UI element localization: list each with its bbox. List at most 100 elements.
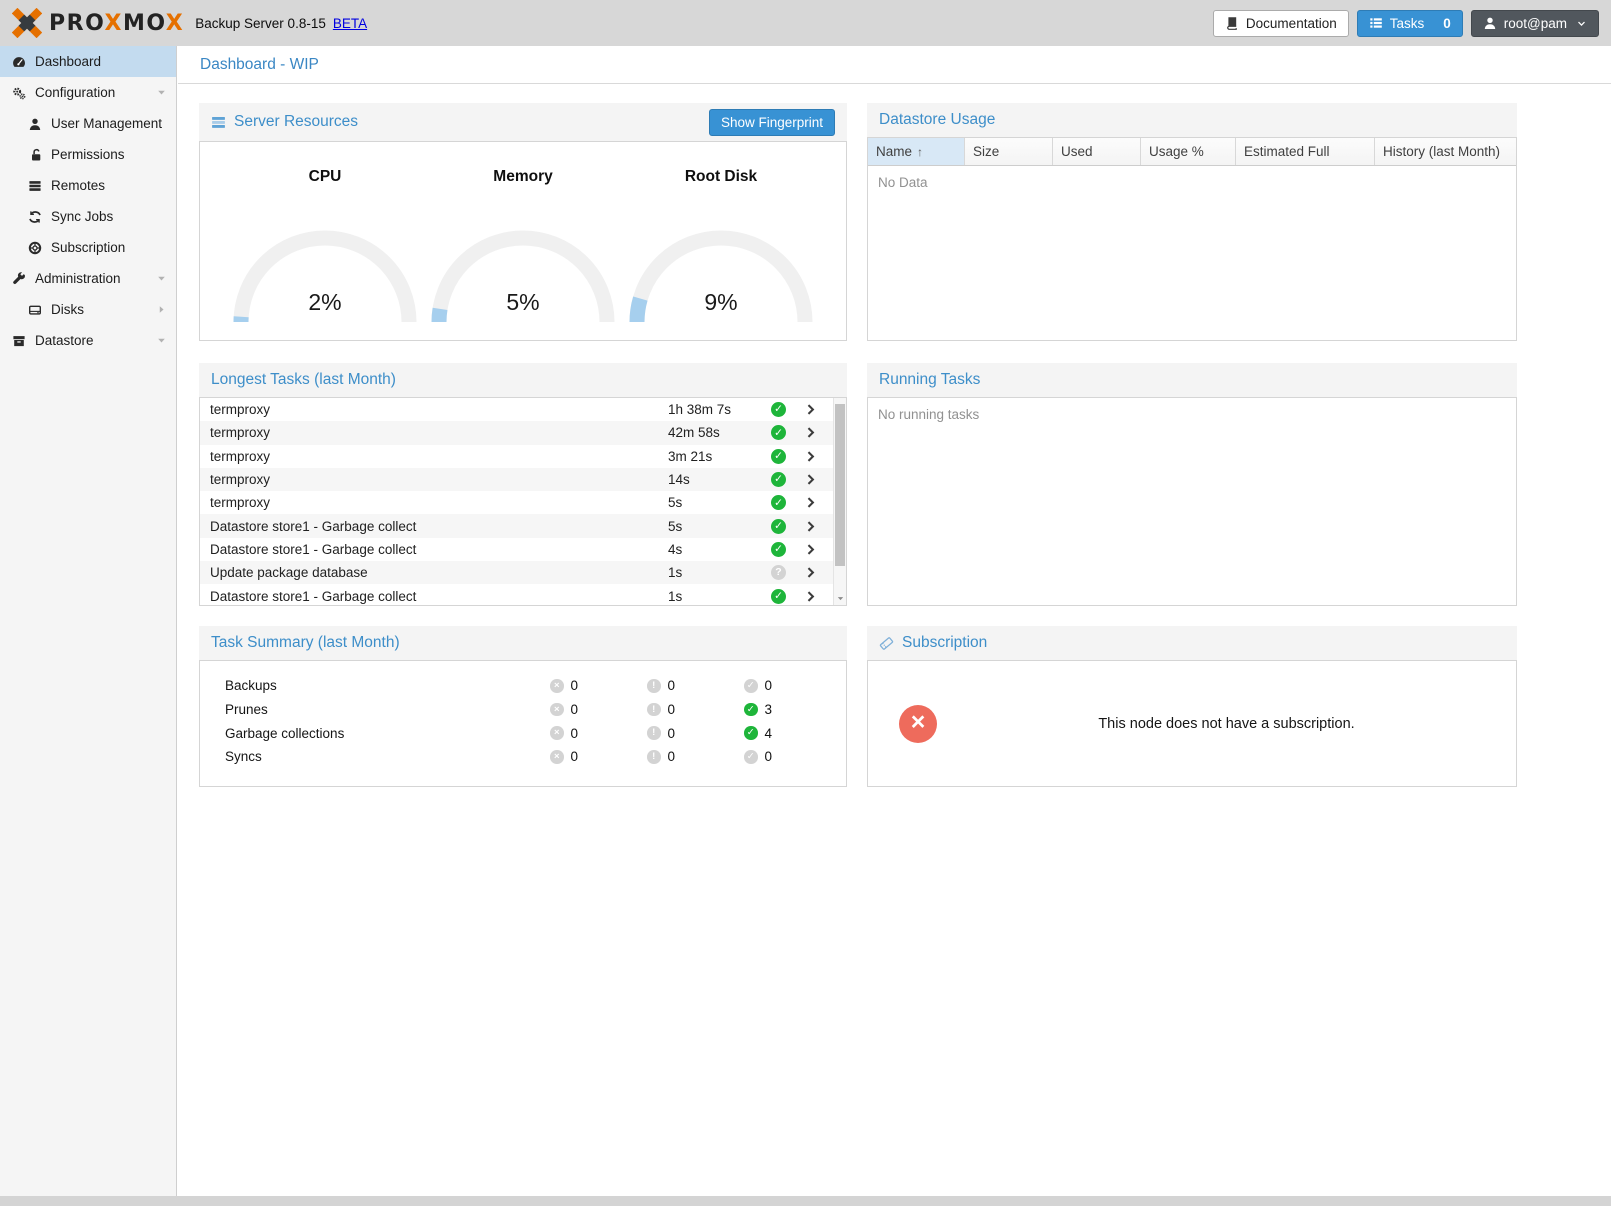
error-count: 0 [571, 702, 579, 717]
topbar: PROXMOX Backup Server 0.8-15 BETA Docume… [0, 0, 1611, 46]
sync-icon [28, 210, 42, 224]
column-header-usage-[interactable]: Usage % [1141, 138, 1236, 165]
column-header-estimated-full[interactable]: Estimated Full [1236, 138, 1375, 165]
column-header-history-last-month-[interactable]: History (last Month) [1375, 138, 1516, 165]
topbar-actions: Documentation Tasks 0 root@pam [1213, 10, 1599, 37]
scrollbar-down-arrow[interactable] [834, 593, 846, 603]
book-icon [1225, 16, 1239, 30]
error-count-icon: × [550, 703, 564, 717]
task-summary-header: Task Summary (last Month) [199, 626, 847, 660]
ok-status-icon: ✓ [771, 519, 786, 534]
warning-count: 0 [668, 726, 676, 741]
task-row[interactable]: termproxy1h 38m 7s✓ [200, 398, 833, 421]
task-name: termproxy [210, 495, 668, 510]
task-name: Datastore store1 - Garbage collect [210, 542, 668, 557]
gauge-cpu: CPU2% [230, 142, 420, 340]
tasks-count-badge: 0 [1443, 16, 1451, 31]
chevron-right-icon[interactable] [804, 590, 817, 603]
task-name: termproxy [210, 402, 668, 417]
running-tasks-panel: Running Tasks No running tasks [867, 363, 1517, 606]
task-row[interactable]: termproxy42m 58s✓ [200, 421, 833, 444]
ok-status-icon: ✓ [771, 472, 786, 487]
server-resources-body: CPU2%Memory5%Root Disk9% [199, 141, 847, 341]
running-tasks-body: No running tasks [867, 397, 1517, 606]
task-row[interactable]: Datastore store1 - Garbage collect1s✓ [200, 584, 833, 606]
longest-tasks-title: Longest Tasks (last Month) [211, 371, 396, 389]
task-duration: 4s [668, 542, 771, 557]
summary-row: Syncs×0!0✓0 [200, 745, 846, 769]
task-name: termproxy [210, 425, 668, 440]
lifering-icon [28, 241, 42, 255]
datastore-usage-panel: Datastore Usage Name↑SizeUsedUsage %Esti… [867, 103, 1517, 341]
sidebar-item-configuration[interactable]: Configuration [0, 77, 176, 108]
ok-count-icon: ✓ [744, 679, 758, 693]
chevron-right-icon[interactable] [804, 543, 817, 556]
sidebar-item-sync-jobs[interactable]: Sync Jobs [0, 201, 176, 232]
warning-count-icon: ! [647, 679, 661, 693]
caret-down-icon [156, 335, 167, 346]
sidebar-item-subscription[interactable]: Subscription [0, 232, 176, 263]
gauge-icon [12, 55, 26, 69]
documentation-button[interactable]: Documentation [1213, 10, 1349, 37]
chevron-right-icon[interactable] [804, 403, 817, 416]
task-row[interactable]: termproxy14s✓ [200, 468, 833, 491]
ok-status-icon: ✓ [771, 542, 786, 557]
column-header-name[interactable]: Name↑ [868, 138, 965, 165]
gauge-root-disk: Root Disk9% [626, 142, 816, 340]
warning-count-icon: ! [647, 703, 661, 717]
task-name: termproxy [210, 449, 668, 464]
task-duration: 42m 58s [668, 425, 771, 440]
task-row[interactable]: Update package database1s? [200, 561, 833, 584]
wrench-icon [12, 272, 26, 286]
task-list: termproxy1h 38m 7s✓termproxy42m 58s✓term… [200, 398, 833, 606]
task-duration: 5s [668, 495, 771, 510]
sidebar-item-user-management[interactable]: User Management [0, 108, 176, 139]
sidebar-item-datastore[interactable]: Datastore [0, 325, 176, 356]
chevron-right-icon[interactable] [804, 566, 817, 579]
column-header-used[interactable]: Used [1053, 138, 1141, 165]
user-menu-button[interactable]: root@pam [1471, 10, 1599, 37]
tasks-button[interactable]: Tasks 0 [1357, 10, 1463, 37]
warning-count-icon: ! [647, 726, 661, 740]
scrollbar[interactable] [833, 398, 846, 605]
ok-count: 4 [765, 726, 773, 741]
sidebar-item-remotes[interactable]: Remotes [0, 170, 176, 201]
datastore-empty-text: No Data [868, 166, 1516, 199]
datastore-usage-title: Datastore Usage [879, 111, 995, 129]
chevron-right-icon[interactable] [804, 450, 817, 463]
ticket-icon [879, 636, 894, 651]
chevron-right-icon[interactable] [804, 496, 817, 509]
show-fingerprint-button[interactable]: Show Fingerprint [709, 109, 835, 136]
running-tasks-title: Running Tasks [879, 371, 980, 389]
task-row[interactable]: termproxy5s✓ [200, 491, 833, 514]
subscription-body: × This node does not have a subscription… [867, 660, 1517, 787]
proxmox-x-icon [12, 8, 42, 38]
subscription-title: Subscription [902, 634, 987, 652]
ok-count: 0 [765, 678, 773, 693]
summary-row: Prunes×0!0✓3 [200, 698, 846, 722]
task-row[interactable]: Datastore store1 - Garbage collect4s✓ [200, 538, 833, 561]
task-row[interactable]: Datastore store1 - Garbage collect5s✓ [200, 514, 833, 537]
task-row[interactable]: termproxy3m 21s✓ [200, 445, 833, 468]
summary-row: Backups×0!0✓0 [200, 674, 846, 698]
task-duration: 1h 38m 7s [668, 402, 771, 417]
error-count: 0 [571, 726, 579, 741]
sidebar-item-administration[interactable]: Administration [0, 263, 176, 294]
task-duration: 5s [668, 519, 771, 534]
scrollbar-thumb[interactable] [835, 404, 845, 566]
sidebar: DashboardConfigurationUser ManagementPer… [0, 46, 177, 1196]
datastore-usage-header: Datastore Usage [867, 103, 1517, 137]
chevron-right-icon[interactable] [804, 426, 817, 439]
chevron-right-icon[interactable] [804, 520, 817, 533]
sidebar-item-dashboard[interactable]: Dashboard [0, 46, 176, 77]
caret-down-icon [836, 594, 845, 603]
sidebar-item-disks[interactable]: Disks [0, 294, 176, 325]
server-icon [211, 115, 226, 130]
sidebar-item-permissions[interactable]: Permissions [0, 139, 176, 170]
task-duration: 14s [668, 472, 771, 487]
running-tasks-empty-text: No running tasks [868, 398, 1516, 431]
column-header-size[interactable]: Size [965, 138, 1053, 165]
gauge-value: 5% [430, 289, 616, 316]
beta-link[interactable]: BETA [333, 16, 367, 31]
chevron-right-icon[interactable] [804, 473, 817, 486]
